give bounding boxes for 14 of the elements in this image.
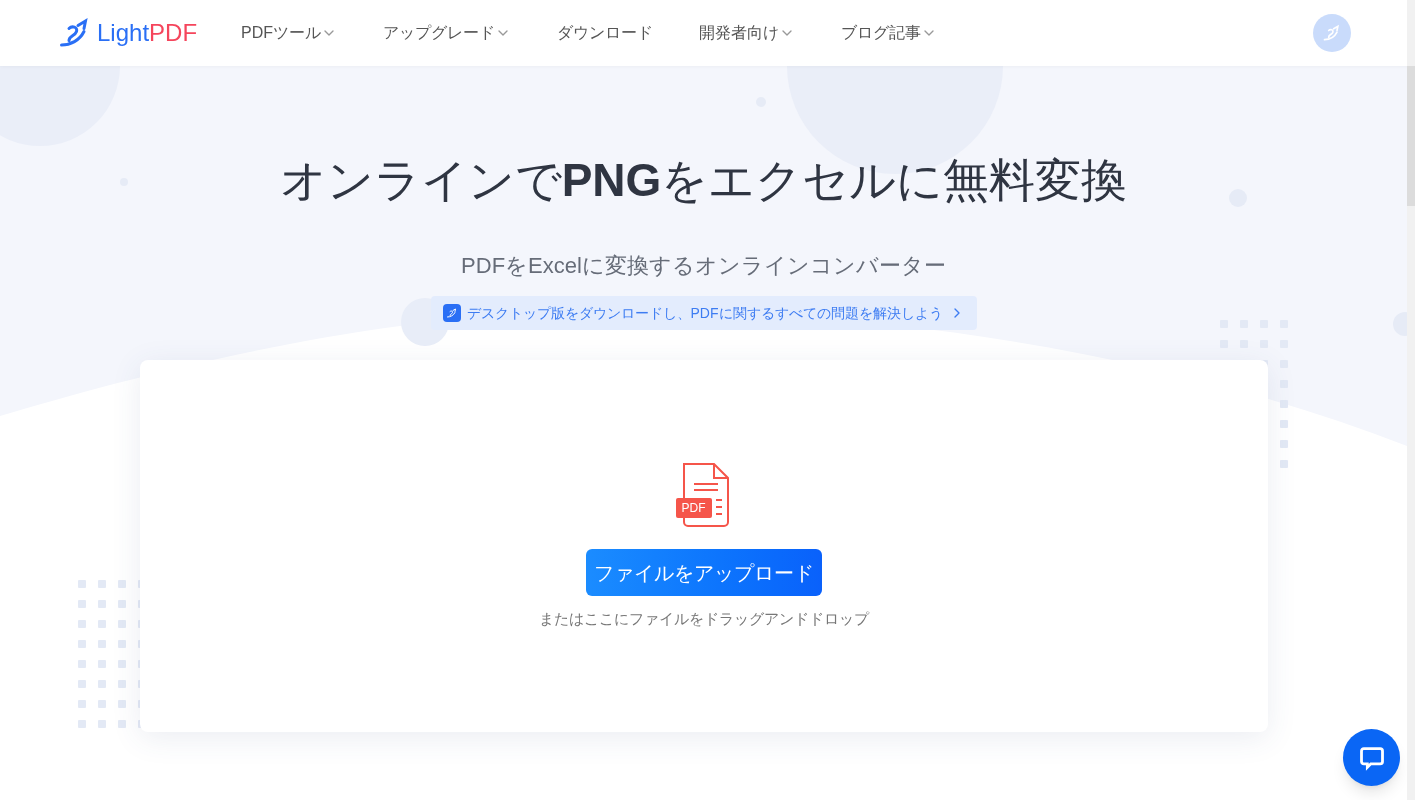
nav-menu-item[interactable]: 開発者向け — [699, 21, 796, 45]
page-subtitle: PDFをExcelに変換するオンラインコンバーター — [461, 252, 946, 280]
nav-menu-item[interactable]: PDFツール — [241, 21, 338, 45]
user-avatar[interactable] — [1313, 14, 1351, 52]
drag-drop-hint: またはここにファイルをドラッグアンドドロップ — [538, 609, 869, 629]
scrollbar-thumb[interactable] — [1407, 66, 1415, 206]
upload-card[interactable]: PDF ファイルをアップロード またはここにファイルをドラッグアンドドロップ — [139, 360, 1268, 732]
lightpdf-logo[interactable]: LightPDF — [57, 15, 198, 51]
page-title: オンラインでPNGをエクセルに無料変換 — [279, 153, 1128, 208]
nav-menu-item[interactable]: ダウンロード — [557, 21, 654, 45]
nav-menu-item[interactable]: アップグレード — [383, 21, 512, 45]
upload-file-button[interactable]: ファイルをアップロード — [585, 549, 822, 596]
chat-button[interactable] — [1343, 729, 1400, 786]
nav-menu-item[interactable]: ブログ記事 — [841, 21, 938, 45]
